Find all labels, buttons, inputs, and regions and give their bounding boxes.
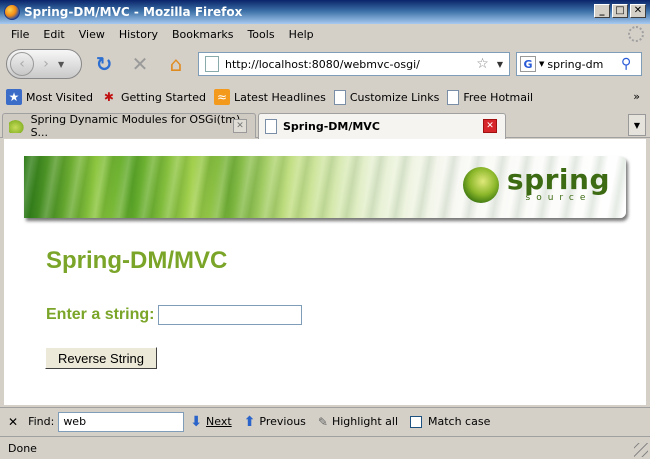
menu-file[interactable]: File [4,28,36,41]
menu-help[interactable]: Help [282,28,321,41]
back-button[interactable]: ‹ [10,52,34,76]
arrow-up-icon: ⬆ [243,413,256,430]
resize-grip-icon[interactable] [634,443,648,457]
search-icon[interactable]: ⚲ [621,56,637,72]
page-icon [447,89,460,105]
find-next-label: Next [206,415,232,428]
bookmarks-overflow-icon[interactable]: » [633,90,640,103]
menu-edit[interactable]: Edit [36,28,71,41]
bookmarks-toolbar: ★ Most Visited ✱ Getting Started ≈ Lates… [0,86,650,108]
bookmark-label: Free Hotmail [463,90,534,104]
url-input[interactable]: http://localhost:8080/webmvc-osgi/ [225,58,476,71]
window-title-bar: Spring-DM/MVC - Mozilla Firefox _ □ ✕ [0,0,650,24]
history-dropdown-icon[interactable]: ▼ [58,60,64,69]
back-forward-group: ‹ › ▼ [6,49,82,79]
find-next-button[interactable]: ⬇ Next [190,414,231,430]
arrow-down-icon: ⬇ [190,413,203,430]
reload-button[interactable]: ↻ [90,50,118,78]
string-input[interactable] [158,305,302,325]
match-case-label: Match case [428,415,491,428]
bookmark-label: Getting Started [120,90,206,104]
page-content: spring source Spring-DM/MVC Enter a stri… [4,139,646,405]
url-bar[interactable]: http://localhost:8080/webmvc-osgi/ ☆ ▼ [198,52,510,76]
page-icon [265,119,277,134]
menu-history[interactable]: History [112,28,165,41]
reverse-string-button[interactable]: Reverse String [45,347,157,369]
tab-label: Spring-DM/MVC [283,120,380,133]
stop-button[interactable]: ✕ [126,50,154,78]
springsource-logo: spring source [462,163,610,203]
match-case-checkbox[interactable] [410,415,422,428]
bug-icon: ✱ [103,90,114,104]
search-input[interactable]: spring-dm [547,58,621,71]
highlight-all-button[interactable]: ✎ Highlight all [318,415,398,429]
tab-spring-dm-docs[interactable]: Spring Dynamic Modules for OSGi(tm) S...… [2,113,256,139]
find-label: Find: [28,415,55,428]
tab-close-icon[interactable]: ✕ [233,119,247,133]
highlight-all-label: Highlight all [331,415,398,428]
site-identity-icon[interactable] [205,56,219,72]
navigation-toolbar: ‹ › ▼ ↻ ✕ ⌂ http://localhost:8080/webmvc… [0,44,650,84]
find-previous-label: Previous [259,415,306,428]
status-text: Done [8,441,37,455]
string-field-label: Enter a string: [46,306,155,323]
status-bar: Done [0,436,650,459]
logo-subtitle: source [525,193,592,203]
window-title: Spring-DM/MVC - Mozilla Firefox [24,5,243,19]
logo-wordmark: spring [506,163,610,196]
menu-bookmarks[interactable]: Bookmarks [165,28,240,41]
search-engine-dropdown-icon[interactable]: ▼ [539,60,544,68]
firefox-icon [4,4,20,20]
find-input[interactable]: web [58,411,185,432]
bookmark-most-visited[interactable]: ★ Most Visited [6,89,93,105]
list-all-tabs-icon[interactable]: ▼ [628,114,646,136]
highlighter-icon: ✎ [317,414,328,429]
menu-view[interactable]: View [72,28,112,41]
spring-leaf-icon [9,119,25,133]
rss-icon: ≈ [214,89,230,105]
forward-button[interactable]: › [36,54,56,74]
home-button[interactable]: ⌂ [162,50,190,78]
minimize-button[interactable]: _ [594,4,610,18]
menu-bar: File Edit View History Bookmarks Tools H… [0,24,650,44]
search-bar[interactable]: G ▼ spring-dm ⚲ [516,52,642,76]
find-previous-button[interactable]: ⬆ Previous [244,414,306,430]
tab-spring-dm-mvc[interactable]: Spring-DM/MVC ✕ [258,113,506,139]
springsource-banner: spring source [24,156,626,218]
url-history-dropdown-icon[interactable]: ▼ [497,60,503,69]
maximize-button[interactable]: □ [612,4,628,18]
throbber-icon [628,26,644,42]
close-icon[interactable]: ✕ [8,415,18,429]
bookmark-label: Latest Headlines [234,90,326,104]
page-icon [333,89,346,105]
bookmark-label: Most Visited [26,90,93,104]
spring-leaf-icon [462,166,499,203]
tab-close-icon[interactable]: ✕ [483,119,497,133]
bookmark-customize-links[interactable]: Customize Links [333,89,440,105]
window-controls: _ □ ✕ [594,4,646,18]
page-title: Spring-DM/MVC [46,247,228,274]
find-bar: ✕ Find: web ⬇ Next ⬆ Previous ✎ Highligh… [0,407,650,435]
search-engine-icon[interactable]: G [520,56,536,72]
tab-strip: Spring Dynamic Modules for OSGi(tm) S...… [0,110,650,139]
bookmark-star-icon[interactable]: ☆ [476,56,489,72]
menu-tools[interactable]: Tools [240,28,281,41]
most-visited-icon: ★ [6,89,22,105]
bookmark-label: Customize Links [349,90,440,104]
bookmark-getting-started[interactable]: ✱ Getting Started [101,89,206,105]
tab-label: Spring Dynamic Modules for OSGi(tm) S... [30,113,241,139]
match-case-option[interactable]: Match case [410,415,490,428]
bookmark-latest-headlines[interactable]: ≈ Latest Headlines [214,89,326,105]
close-window-button[interactable]: ✕ [630,4,646,18]
bookmark-free-hotmail[interactable]: Free Hotmail [447,89,534,105]
